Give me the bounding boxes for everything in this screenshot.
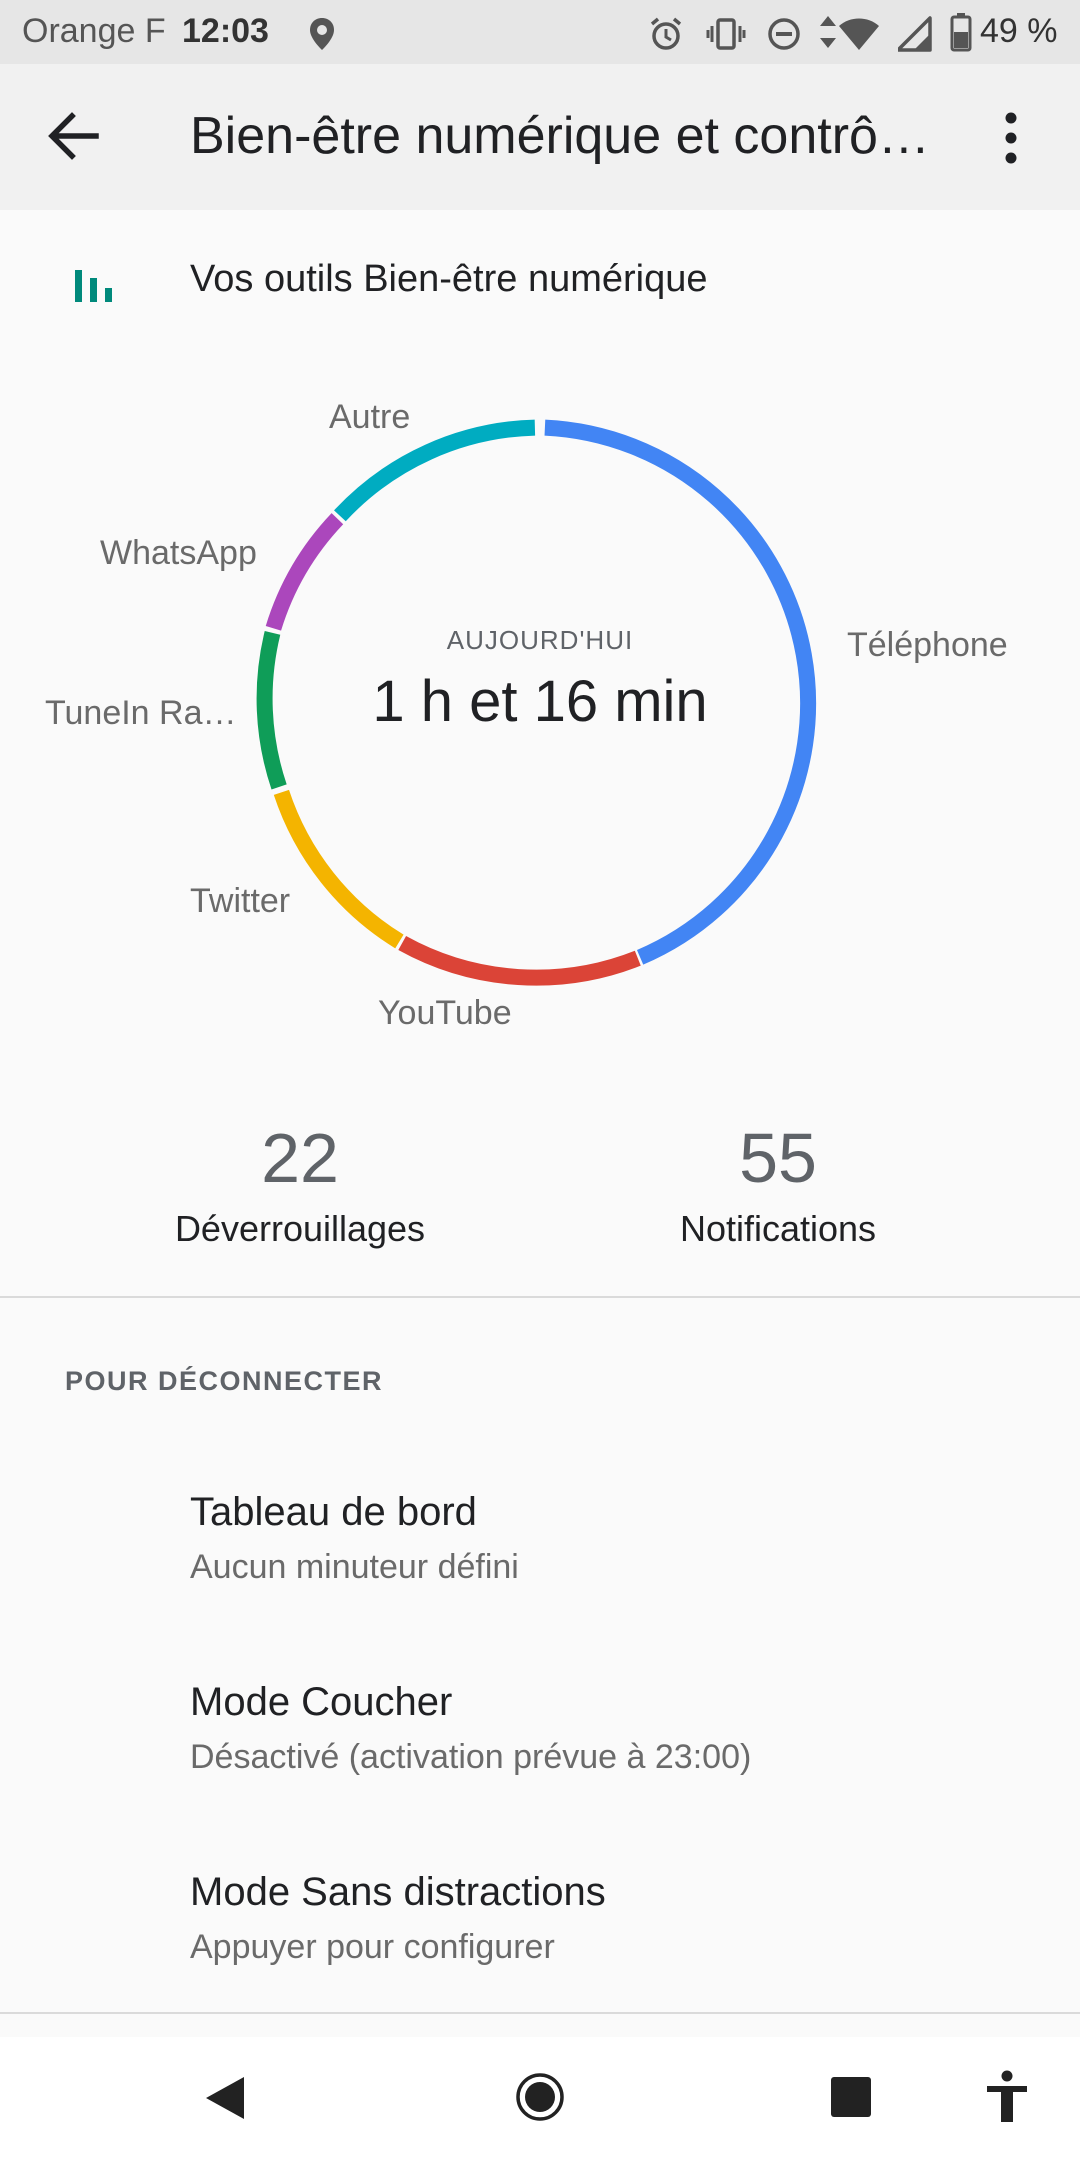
- donut-label-autre: Autre: [329, 398, 411, 436]
- donut-label-tunein: TuneIn Ra…: [45, 694, 237, 732]
- donut-label-youtube: YouTube: [378, 994, 512, 1032]
- donut-segment-twitter: [273, 789, 404, 949]
- bedtime-mode-title: Mode Coucher: [190, 1680, 453, 1724]
- donut-segment-whatsapp: [265, 513, 344, 631]
- focus-mode-subtitle: Appuyer pour configurer: [190, 1928, 555, 1966]
- dashboard-item[interactable]: [0, 1430, 1080, 1620]
- donut-label-telephone: Téléphone: [847, 626, 1008, 664]
- focus-mode-title: Mode Sans distractions: [190, 1870, 606, 1914]
- bedtime-mode-item[interactable]: [0, 1620, 1080, 1810]
- nav-home-icon[interactable]: [515, 2072, 565, 2122]
- accessibility-icon[interactable]: [984, 2070, 1030, 2124]
- bedtime-mode-subtitle: Désactivé (activation prévue à 23:00): [190, 1738, 752, 1776]
- donut-segment-youtube: [398, 936, 641, 986]
- notifications-label: Notifications: [679, 1208, 877, 1249]
- donut-center-caption: AUJOURD'HUI: [446, 625, 634, 655]
- dashboard-title: Tableau de bord: [190, 1490, 477, 1534]
- nav-back-icon[interactable]: [204, 2075, 246, 2121]
- nav-recents-icon[interactable]: [830, 2076, 872, 2118]
- unlocks-label: Déverrouillages: [174, 1208, 426, 1249]
- section-header: POUR DÉCONNECTER: [65, 1366, 384, 1396]
- unlocks-count: 22: [261, 1119, 339, 1197]
- dashboard-subtitle: Aucun minuteur défini: [190, 1548, 519, 1586]
- divider: [0, 2012, 1080, 2014]
- donut-label-whatsapp: WhatsApp: [100, 534, 257, 572]
- donut-segment-autre: [334, 419, 536, 522]
- donut-label-twitter: Twitter: [190, 882, 291, 920]
- divider: [0, 1296, 1080, 1298]
- donut-segment-tunein: [256, 630, 287, 790]
- screen-time-total: 1 h et 16 min: [372, 669, 708, 734]
- notifications-count: 55: [739, 1119, 817, 1197]
